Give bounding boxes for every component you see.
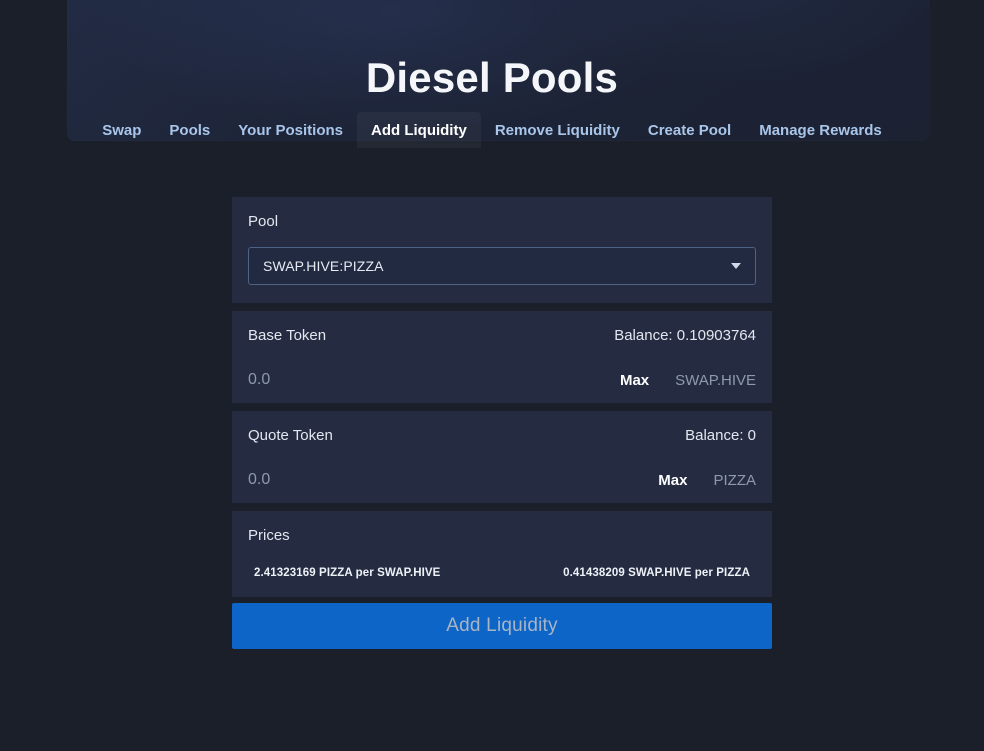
page-title: Diesel Pools <box>365 54 619 101</box>
quote-token-symbol: PIZZA <box>713 471 756 489</box>
prices-label: Prices <box>248 527 290 544</box>
prices-card: Prices 2.41323169 PIZZA per SWAP.HIVE 0.… <box>232 511 772 597</box>
quote-token-amount-input[interactable] <box>248 471 488 489</box>
base-token-amount-input[interactable] <box>248 371 488 389</box>
nav-item-pools[interactable]: Pools <box>155 112 224 148</box>
price-quote-per-base: 0.41438209 SWAP.HIVE per PIZZA <box>563 567 750 579</box>
quote-token-controls: Max PIZZA <box>658 473 756 488</box>
nav-item-remove-liquidity[interactable]: Remove Liquidity <box>481 112 634 148</box>
quote-token-header: Quote Token Balance: 0 <box>248 427 756 445</box>
quote-token-card: Quote Token Balance: 0 Max PIZZA <box>232 411 772 503</box>
nav-item-create-pool[interactable]: Create Pool <box>634 112 745 148</box>
add-liquidity-submit-button[interactable]: Add Liquidity <box>232 603 772 649</box>
pool-select-value: SWAP.HIVE:PIZZA <box>263 258 384 274</box>
quote-token-balance: Balance: 0 <box>685 427 756 444</box>
base-token-label: Base Token <box>248 327 327 344</box>
nav-item-your-positions[interactable]: Your Positions <box>224 112 357 148</box>
pool-card: Pool SWAP.HIVE:PIZZA <box>232 197 772 303</box>
base-token-header: Base Token Balance: 0.10903764 <box>248 327 756 345</box>
nav-item-add-liquidity[interactable]: Add Liquidity <box>357 112 481 148</box>
base-token-controls: Max SWAP.HIVE <box>620 373 756 388</box>
price-base-per-quote: 2.41323169 PIZZA per SWAP.HIVE <box>254 567 441 579</box>
base-token-row: Max SWAP.HIVE <box>248 371 756 389</box>
quote-token-row: Max PIZZA <box>248 471 756 489</box>
main-nav: Swap Pools Your Positions Add Liquidity … <box>0 112 984 148</box>
quote-token-max-button[interactable]: Max <box>658 473 687 488</box>
nav-item-manage-rewards[interactable]: Manage Rewards <box>745 112 896 148</box>
base-token-max-button[interactable]: Max <box>620 373 649 388</box>
quote-token-label: Quote Token <box>248 427 333 444</box>
add-liquidity-form: Pool SWAP.HIVE:PIZZA Base Token Balance:… <box>232 197 772 649</box>
nav-item-swap[interactable]: Swap <box>88 112 155 148</box>
base-token-card: Base Token Balance: 0.10903764 Max SWAP.… <box>232 311 772 403</box>
prices-row: 2.41323169 PIZZA per SWAP.HIVE 0.4143820… <box>248 567 756 579</box>
pool-label: Pool <box>248 213 279 230</box>
chevron-down-icon <box>731 263 741 269</box>
pool-select[interactable]: SWAP.HIVE:PIZZA <box>248 247 756 285</box>
base-token-balance: Balance: 0.10903764 <box>614 327 756 344</box>
base-token-symbol: SWAP.HIVE <box>675 371 756 389</box>
